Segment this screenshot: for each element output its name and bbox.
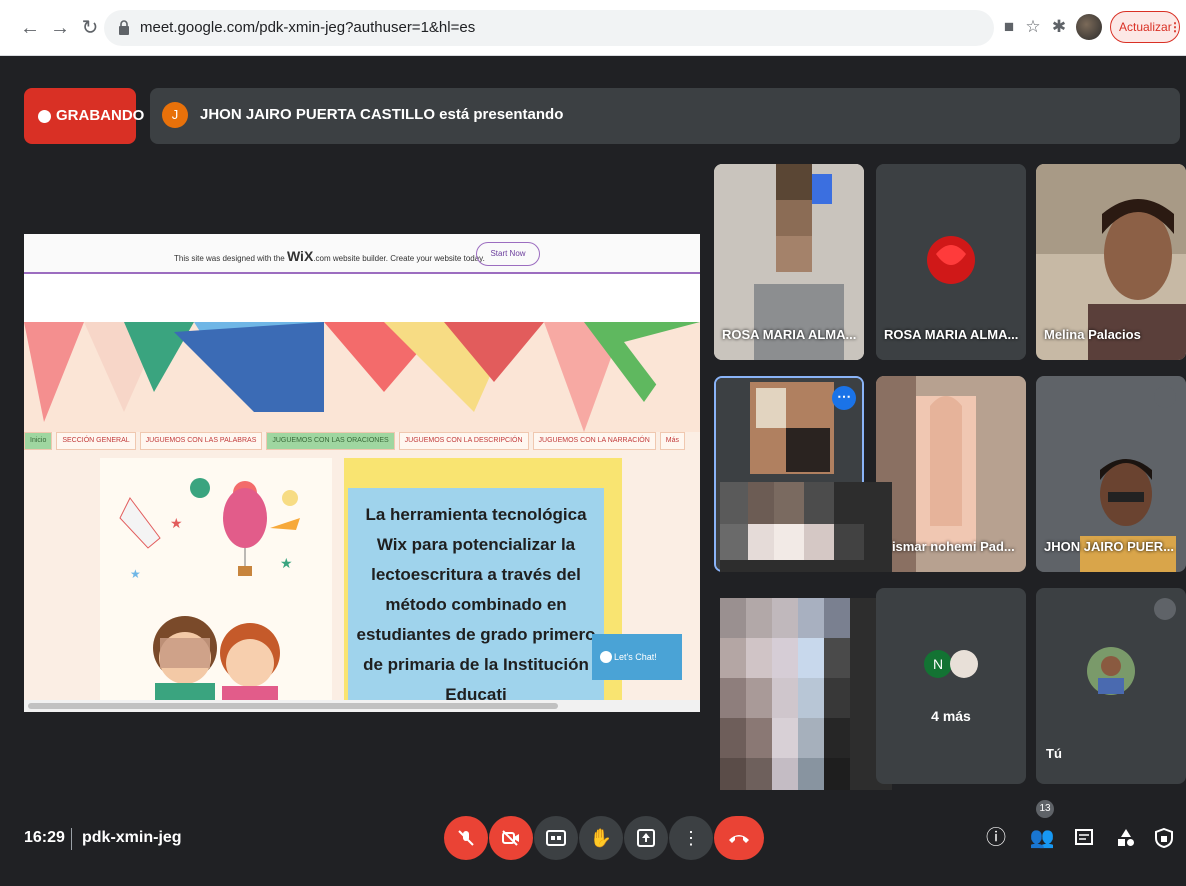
people-icon: 👥 xyxy=(1029,827,1055,849)
activities-button[interactable] xyxy=(1110,822,1142,854)
participant-name: JHON JAIRO PUER... xyxy=(1044,539,1175,554)
forward-icon[interactable]: → xyxy=(48,16,72,40)
participant-initial: N xyxy=(924,650,952,678)
participant-tile-rosa-1[interactable]: ROSA MARIA ALMA... xyxy=(714,164,864,360)
browser-toolbar: ← → ↻ meet.google.com/pdk-xmin-jeg?authu… xyxy=(0,0,1186,56)
activities-icon xyxy=(1118,829,1134,846)
more-options-button[interactable]: ⋮ xyxy=(669,816,713,860)
svg-text:★: ★ xyxy=(130,567,141,581)
svg-text:★: ★ xyxy=(170,515,183,531)
nav-item-descripcion[interactable]: JUGUEMOS CON LA DESCRIPCIÓN xyxy=(398,432,529,450)
update-label: Actualizar xyxy=(1119,20,1172,34)
reload-icon[interactable]: ↻ xyxy=(78,16,102,40)
participant-tile-melina[interactable]: Melina Palacios xyxy=(1036,164,1186,360)
camera-indicator-icon[interactable]: ■ xyxy=(996,14,1022,40)
wix-text-suffix: .com website builder. Create your websit… xyxy=(313,254,485,263)
record-dot-icon xyxy=(38,110,51,123)
present-button[interactable] xyxy=(624,816,668,860)
self-tile[interactable]: Tú xyxy=(1036,588,1186,784)
raise-hand-button[interactable]: ✋ xyxy=(579,816,623,860)
meeting-details-button[interactable]: ⓘ xyxy=(980,822,1012,854)
chat-button[interactable] xyxy=(1068,822,1100,854)
camera-off-icon xyxy=(502,830,519,846)
mic-off-icon xyxy=(1154,598,1176,620)
hero-illustration: ★ ★ ★ xyxy=(100,458,332,712)
svg-text:★: ★ xyxy=(280,555,293,571)
hang-up-icon xyxy=(729,835,749,843)
end-call-button[interactable] xyxy=(714,816,764,860)
title-card: La herramienta tecnológica Wix para pote… xyxy=(344,458,622,712)
meeting-code: pdk-xmin-jeg xyxy=(82,829,182,846)
nav-item-seccion-general[interactable]: SECCIÓN GENERAL xyxy=(56,432,136,450)
presenter-banner: J JHON JAIRO PUERTA CASTILLO está presen… xyxy=(150,88,1180,144)
start-now-button[interactable]: Start Now xyxy=(476,242,540,266)
url-text: meet.google.com/pdk-xmin-jeg?authuser=1&… xyxy=(140,19,476,36)
people-button[interactable]: 👥 xyxy=(1026,822,1058,854)
participant-avatar xyxy=(950,650,978,678)
recording-badge: GRABANDO xyxy=(24,88,144,144)
mic-off-button[interactable] xyxy=(444,816,488,860)
title-panel: La herramienta tecnológica Wix para pote… xyxy=(348,488,604,712)
nav-item-narracion[interactable]: JUGUEMOS CON LA NARRACIÓN xyxy=(532,432,656,450)
more-vert-icon: ⋮ xyxy=(1169,20,1181,34)
mic-off-icon xyxy=(1154,386,1176,408)
mic-off-icon xyxy=(458,830,474,846)
participant-name: ROSA MARIA ALMA... xyxy=(884,327,1019,342)
profile-avatar[interactable] xyxy=(1076,14,1102,40)
nav-item-mas[interactable]: Más xyxy=(659,432,686,450)
presenter-avatar: J xyxy=(162,102,188,128)
back-icon[interactable]: ← xyxy=(18,16,42,40)
scrollbar-thumb[interactable] xyxy=(28,703,558,709)
wix-banner: This site was designed with the WiX.com … xyxy=(24,234,700,274)
wix-banner-text: This site was designed with the WiX.com … xyxy=(174,248,485,264)
host-controls-button[interactable] xyxy=(1148,822,1180,854)
participant-name: Lismar nohemi Pad... xyxy=(884,539,1015,554)
participant-count-badge: 13 xyxy=(1036,800,1054,818)
horizontal-scrollbar[interactable] xyxy=(24,700,700,712)
hand-icon: ✋ xyxy=(589,828,613,848)
recording-label: GRABANDO xyxy=(56,107,145,124)
bookmark-star-icon[interactable]: ☆ xyxy=(1020,14,1046,40)
shield-icon xyxy=(1155,827,1173,849)
nav-item-inicio[interactable]: Inicio xyxy=(24,432,53,450)
chat-label: Let's Chat! xyxy=(614,652,657,662)
wix-logo: WiX xyxy=(286,248,314,264)
chat-icon xyxy=(1075,829,1093,845)
participant-name: Melina Palacios xyxy=(1044,327,1141,342)
participant-tile-rosa-2[interactable]: ROSA MARIA ALMA... xyxy=(876,164,1026,360)
shared-screen: This site was designed with the WiX.com … xyxy=(24,234,700,712)
site-navigation: Inicio SECCIÓN GENERAL JUGUEMOS CON LAS … xyxy=(24,432,700,452)
present-icon xyxy=(637,829,655,847)
captions-icon xyxy=(546,830,566,846)
presentation-title: La herramienta tecnológica Wix para pote… xyxy=(356,505,596,704)
pixelated-overlay-1 xyxy=(720,482,892,572)
meeting-time: 16:29 xyxy=(24,829,65,846)
address-bar[interactable]: meet.google.com/pdk-xmin-jeg?authuser=1&… xyxy=(104,10,994,46)
more-participants-tile[interactable]: N 4 más xyxy=(876,588,1026,784)
kids-illustration: ★ ★ ★ xyxy=(119,478,300,712)
self-avatar xyxy=(1087,647,1135,695)
participant-name: ROSA MARIA ALMA... xyxy=(722,327,857,342)
nav-item-palabras[interactable]: JUGUEMOS CON LAS PALABRAS xyxy=(139,432,263,450)
extensions-icon[interactable]: ✱ xyxy=(1046,14,1072,40)
wix-text-prefix: This site was designed with the xyxy=(174,254,285,263)
camera-off-button[interactable] xyxy=(489,816,533,860)
participant-tile-jhon[interactable]: JHON JAIRO PUER... xyxy=(1036,376,1186,572)
self-label: Tú xyxy=(1046,746,1062,761)
lock-icon xyxy=(119,20,129,35)
more-options-icon[interactable]: ⋯ xyxy=(832,386,856,410)
more-participants-label: 4 más xyxy=(931,708,971,724)
chat-icon xyxy=(600,651,612,663)
lets-chat-button[interactable]: Let's Chat! xyxy=(592,634,682,680)
presenter-text: JHON JAIRO PUERTA CASTILLO está presenta… xyxy=(200,106,564,123)
update-button[interactable]: Actualizar ⋮ xyxy=(1110,11,1181,43)
nav-item-oraciones[interactable]: JUGUEMOS CON LAS ORACIONES xyxy=(266,432,395,450)
divider xyxy=(71,828,72,850)
captions-button[interactable] xyxy=(534,816,578,860)
pixelated-overlay-2 xyxy=(720,598,892,790)
participant-tile-lismar[interactable]: Lismar nohemi Pad... xyxy=(876,376,1026,572)
info-icon: ⓘ xyxy=(986,827,1006,849)
more-vert-icon: ⋮ xyxy=(682,828,700,848)
